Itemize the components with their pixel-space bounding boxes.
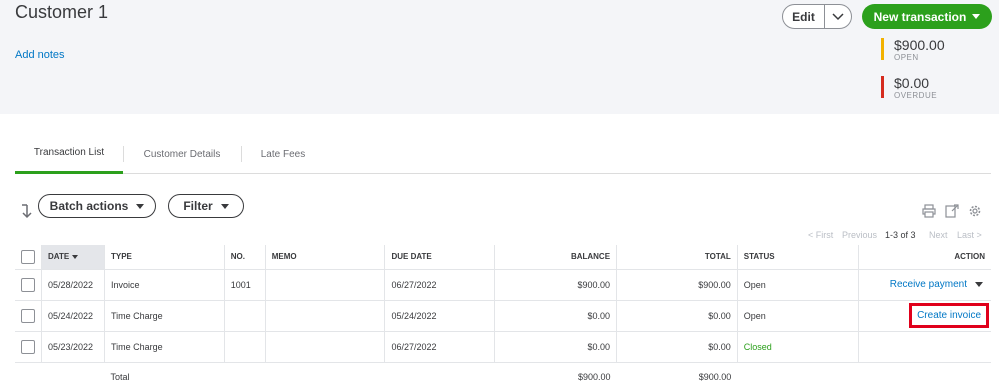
open-label: OPEN xyxy=(894,53,919,62)
no-cell xyxy=(224,331,266,363)
chevron-down-icon xyxy=(832,12,844,20)
filter-label: Filter xyxy=(183,199,213,213)
due-date-column-header[interactable]: DUE DATE xyxy=(384,245,496,270)
total-row: Total $900.00 $900.00 xyxy=(15,362,991,392)
date-cell: 05/24/2022 xyxy=(41,300,105,332)
edit-dropdown-button[interactable] xyxy=(825,5,851,28)
overdue-amount: $0.00 xyxy=(894,75,930,91)
table-header-row: DATE TYPE NO. MEMO DUE DATE BALANCE TOTA… xyxy=(15,245,991,270)
pager-previous[interactable]: Previous xyxy=(842,230,877,240)
highlight-box: Create invoice xyxy=(909,303,989,328)
add-notes-link[interactable]: Add notes xyxy=(15,49,65,61)
total-label: Total xyxy=(110,372,130,383)
export-icon[interactable] xyxy=(945,204,959,218)
tab-transaction-list[interactable]: Transaction List xyxy=(15,140,123,174)
total-cell: $0.00 xyxy=(616,300,738,332)
total-column-header[interactable]: TOTAL xyxy=(616,245,738,270)
print-icon[interactable] xyxy=(922,204,936,218)
status-cell: Closed xyxy=(737,331,859,363)
pager-first[interactable]: < First xyxy=(808,230,833,240)
overdue-label: OVERDUE xyxy=(894,91,938,100)
no-cell: 1001 xyxy=(224,269,266,301)
open-indicator-bar xyxy=(881,38,884,60)
settings-icon[interactable] xyxy=(968,204,982,218)
action-cell: Create invoice xyxy=(858,300,991,332)
pager-range: 1-3 of 3 xyxy=(885,230,916,240)
overdue-indicator-bar xyxy=(881,76,884,98)
tab-customer-details[interactable]: Customer Details xyxy=(123,140,241,174)
action-cell: Receive payment xyxy=(858,269,991,301)
action-cell xyxy=(858,331,991,363)
customer-header: Customer 1 Add notes Edit New transactio… xyxy=(0,0,999,114)
row-select-cell xyxy=(15,300,42,332)
no-column-header[interactable]: NO. xyxy=(224,245,266,270)
status-cell: Open xyxy=(737,300,859,332)
date-cell: 05/28/2022 xyxy=(41,269,105,301)
status-cell: Open xyxy=(737,269,859,301)
balance-column-header[interactable]: BALANCE xyxy=(494,245,618,270)
date-column-header[interactable]: DATE xyxy=(41,245,105,270)
edit-button[interactable]: Edit xyxy=(783,5,825,28)
new-transaction-label: New transaction xyxy=(873,9,967,24)
status-column-header[interactable]: STATUS xyxy=(737,245,859,270)
memo-cell xyxy=(265,300,386,332)
pager-next[interactable]: Next xyxy=(929,230,948,240)
transaction-table: DATE TYPE NO. MEMO DUE DATE BALANCE TOTA… xyxy=(15,245,991,392)
total-balance: $900.00 xyxy=(578,372,611,383)
total-cell: $900.00 xyxy=(616,269,738,301)
type-cell: Time Charge xyxy=(104,300,225,332)
date-cell: 05/23/2022 xyxy=(41,331,105,363)
edit-button-group: Edit xyxy=(782,4,852,29)
due-date-cell: 06/27/2022 xyxy=(384,269,496,301)
new-transaction-button[interactable]: New transaction xyxy=(862,4,992,29)
sort-desc-icon xyxy=(72,255,79,260)
no-cell xyxy=(224,300,266,332)
row-checkbox[interactable] xyxy=(21,277,35,292)
total-amount: $900.00 xyxy=(698,372,732,383)
caret-down-icon[interactable] xyxy=(975,282,983,287)
balance-cell: $0.00 xyxy=(494,300,618,332)
create-invoice-link[interactable]: Create invoice xyxy=(917,310,981,321)
table-row[interactable]: 05/23/2022 Time Charge 06/27/2022 $0.00 … xyxy=(15,331,991,363)
memo-cell xyxy=(265,331,386,363)
caret-down-icon xyxy=(220,203,229,209)
type-column-header[interactable]: TYPE xyxy=(104,245,225,270)
memo-cell xyxy=(265,269,386,301)
balance-cell: $0.00 xyxy=(494,331,618,363)
sort-icon[interactable] xyxy=(20,203,34,219)
filter-button[interactable]: Filter xyxy=(168,194,244,218)
caret-down-icon xyxy=(972,14,981,19)
select-all-checkbox[interactable] xyxy=(21,249,35,264)
open-amount: $900.00 xyxy=(894,37,945,53)
due-date-cell: 06/27/2022 xyxy=(384,331,496,363)
balance-cell: $900.00 xyxy=(494,269,618,301)
batch-actions-button[interactable]: Batch actions xyxy=(38,194,156,218)
due-date-cell: 05/24/2022 xyxy=(384,300,496,332)
customer-name: Customer 1 xyxy=(15,2,109,22)
caret-down-icon xyxy=(136,203,145,209)
action-column-header: ACTION xyxy=(858,245,991,270)
row-checkbox[interactable] xyxy=(21,339,35,354)
row-checkbox[interactable] xyxy=(21,308,35,323)
table-row[interactable]: 05/24/2022 Time Charge 05/24/2022 $0.00 … xyxy=(15,300,991,332)
tab-late-fees[interactable]: Late Fees xyxy=(241,140,325,174)
row-select-cell xyxy=(15,331,42,363)
row-select-cell xyxy=(15,269,42,301)
receive-payment-link[interactable]: Receive payment xyxy=(890,279,967,290)
select-all-cell xyxy=(15,245,42,270)
batch-actions-label: Batch actions xyxy=(49,199,129,213)
pager-last[interactable]: Last > xyxy=(957,230,982,240)
customer-tabs: Transaction List Customer Details Late F… xyxy=(15,140,991,174)
memo-column-header[interactable]: MEMO xyxy=(265,245,386,270)
type-cell: Time Charge xyxy=(104,331,225,363)
table-row[interactable]: 05/28/2022 Invoice 1001 06/27/2022 $900.… xyxy=(15,269,991,301)
total-cell: $0.00 xyxy=(616,331,738,363)
type-cell: Invoice xyxy=(104,269,225,301)
